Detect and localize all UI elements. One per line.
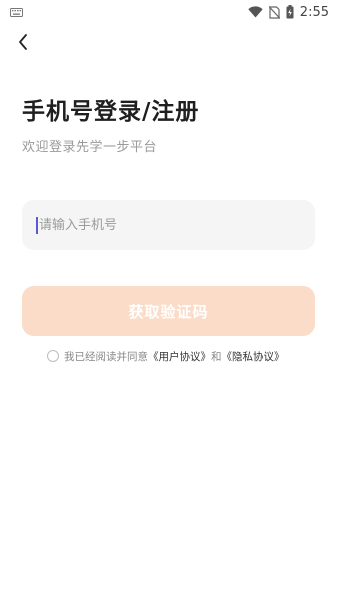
page-subtitle: 欢迎登录先学一步平台 <box>22 140 158 155</box>
back-button[interactable] <box>12 33 34 55</box>
phone-field[interactable] <box>22 200 315 250</box>
page-title: 手机号登录/注册 <box>22 99 200 125</box>
battery-charging-icon <box>286 5 294 19</box>
agreement-prefix: 我已经阅读并同意 <box>64 350 148 363</box>
status-bar: 2:55 <box>0 0 337 24</box>
text-cursor <box>36 216 38 234</box>
agree-checkbox[interactable] <box>47 350 59 362</box>
get-code-label: 获取验证码 <box>128 302 209 321</box>
user-agreement-link[interactable]: 《用户协议》 <box>148 349 211 364</box>
no-sim-icon <box>268 5 280 19</box>
chevron-left-icon <box>17 33 29 55</box>
agreement-conjunction: 和 <box>211 350 222 363</box>
get-code-button[interactable]: 获取验证码 <box>22 286 315 336</box>
privacy-policy-link[interactable]: 《隐私协议》 <box>222 349 285 364</box>
status-left <box>10 7 23 17</box>
status-right: 2:55 <box>248 5 329 20</box>
phone-input[interactable] <box>39 200 315 250</box>
agreement-row: 我已经阅读并同意 《用户协议》 和 《隐私协议》 <box>47 348 285 364</box>
wifi-icon <box>248 6 263 18</box>
login-page: 2:55 手机号登录/注册 欢迎登录先学一步平台 获取验证码 我已经阅读并同意 … <box>0 0 337 600</box>
status-time: 2:55 <box>299 4 329 20</box>
keyboard-icon <box>10 7 23 17</box>
